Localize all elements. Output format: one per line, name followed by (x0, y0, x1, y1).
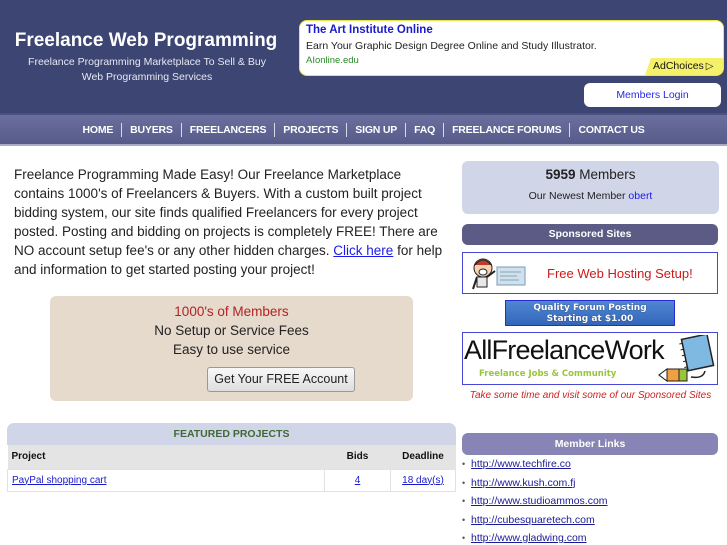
cartoon-mascot-icon (472, 258, 526, 290)
list-item: • http://cubesquaretech.com (462, 513, 608, 532)
nav-home[interactable]: HOME (74, 124, 121, 136)
column-deadline: Deadline (390, 445, 456, 469)
project-link[interactable]: PayPal shopping cart (12, 475, 107, 486)
adchoices-button[interactable]: AdChoices ▷ (645, 58, 723, 75)
newest-member-label: Our Newest Member (528, 190, 626, 202)
bullet-icon: • (462, 496, 466, 506)
site-tagline: Freelance Programming Marketplace To Sel… (28, 56, 266, 83)
member-link[interactable]: http://www.kush.com.fj (471, 477, 575, 489)
nav-freelancers[interactable]: FREELANCERS (182, 124, 275, 136)
bullet-icon: • (462, 533, 466, 543)
nav-projects[interactable]: PROJECTS (275, 124, 346, 136)
member-link[interactable]: http://www.techfire.co (471, 458, 571, 470)
member-link[interactable]: http://cubesquaretech.com (471, 514, 595, 526)
play-triangle-icon: ▷ (705, 61, 714, 72)
bullet-icon: • (462, 459, 466, 469)
table-row: PayPal shopping cart 4 18 day(s) (7, 468, 456, 492)
text-ad[interactable]: The Art Institute Online Earn Your Graph… (299, 20, 724, 76)
list-item: • http://www.techfire.co (462, 457, 608, 476)
project-cell: PayPal shopping cart (7, 468, 325, 492)
featured-projects-header: FEATURED PROJECTS (7, 423, 456, 445)
member-links-header: Member Links (462, 433, 718, 455)
intro-paragraph: Freelance Programming Made Easy! Our Fre… (14, 165, 454, 279)
nav-sign-up[interactable]: SIGN UP (347, 124, 405, 136)
promo-no-fees: No Setup or Service Fees (154, 323, 309, 338)
afw-subtitle: Freelance Jobs & Community (479, 369, 617, 379)
table-header-row: Project Bids Deadline (7, 445, 456, 469)
column-project: Project (7, 445, 325, 469)
bullet-icon: • (462, 514, 466, 525)
member-link[interactable]: http://www.gladwing.com (471, 532, 587, 544)
bids-cell: 4 (324, 468, 391, 492)
list-item: • http://www.kush.com.fj (462, 476, 608, 495)
member-count-number: 5959 (545, 167, 576, 182)
ad-title[interactable]: The Art Institute Online (306, 24, 433, 36)
sponsored-sites-header: Sponsored Sites (462, 224, 718, 245)
members-login-button[interactable]: Members Login (584, 83, 721, 107)
deadline-cell: 18 day(s) (390, 468, 456, 492)
featured-projects-table: Project Bids Deadline PayPal shopping ca… (7, 445, 456, 492)
forum-ad-line1: Quality Forum Posting (533, 303, 647, 313)
promo-members: 1000's of Members (174, 304, 289, 319)
hosting-ad-text: Free Web Hosting Setup! (547, 266, 693, 281)
adchoices-label: AdChoices (653, 60, 704, 72)
member-link[interactable]: http://www.studioammos.com (471, 495, 608, 507)
member-count: 5959 Members (462, 167, 719, 182)
visit-sponsors-text: Take some time and visit some of our Spo… (469, 390, 712, 401)
column-bids: Bids (324, 445, 391, 469)
get-free-account-button[interactable]: Get Your FREE Account (207, 367, 355, 392)
list-item: • http://www.gladwing.com (462, 531, 608, 545)
newest-member: Our Newest Member obert (462, 190, 719, 202)
members-stats-box: 5959 Members Our Newest Member obert (462, 161, 719, 214)
nav-contact-us[interactable]: CONTACT US (570, 124, 652, 136)
newest-member-link[interactable]: obert (628, 190, 652, 202)
notebook-pencil-icon (658, 335, 715, 382)
member-links-list: • http://www.techfire.co • http://www.kush… (462, 457, 608, 545)
click-here-link[interactable]: Click here (333, 243, 393, 258)
ad-url[interactable]: AIonline.edu (306, 55, 359, 66)
afw-logo-text: AllFreelanceWork (464, 335, 665, 365)
promo-box: 1000's of Members No Setup or Service Fe… (50, 296, 413, 401)
ad-text: Earn Your Graphic Design Degree Online a… (306, 40, 597, 52)
bids-link[interactable]: 4 (355, 475, 361, 486)
member-count-label: Members (579, 167, 636, 182)
promo-easy: Easy to use service (172, 342, 291, 357)
main-nav: HOME BUYERS FREELANCERS PROJECTS SIGN UP… (0, 113, 727, 146)
forum-posting-banner-ad[interactable]: Quality Forum Posting Starting at $1.00 (505, 300, 675, 326)
nav-faq[interactable]: FAQ (406, 124, 443, 136)
deadline-link[interactable]: 18 day(s) (402, 475, 444, 486)
site-title[interactable]: Freelance Web Programming (0, 30, 292, 52)
list-item: • http://www.studioammos.com (462, 494, 608, 513)
nav-freelance-forums[interactable]: FREELANCE FORUMS (444, 124, 569, 136)
nav-buyers[interactable]: BUYERS (122, 124, 181, 136)
site-header: Freelance Web Programming Freelance Prog… (0, 0, 727, 113)
forum-ad-line2: Starting at $1.00 (546, 314, 634, 324)
hosting-banner-ad[interactable]: Free Web Hosting Setup! (462, 252, 718, 294)
bullet-icon: • (462, 477, 466, 488)
allfreelancework-banner-ad[interactable]: AllFreelanceWork Freelance Jobs & Commun… (462, 332, 718, 385)
